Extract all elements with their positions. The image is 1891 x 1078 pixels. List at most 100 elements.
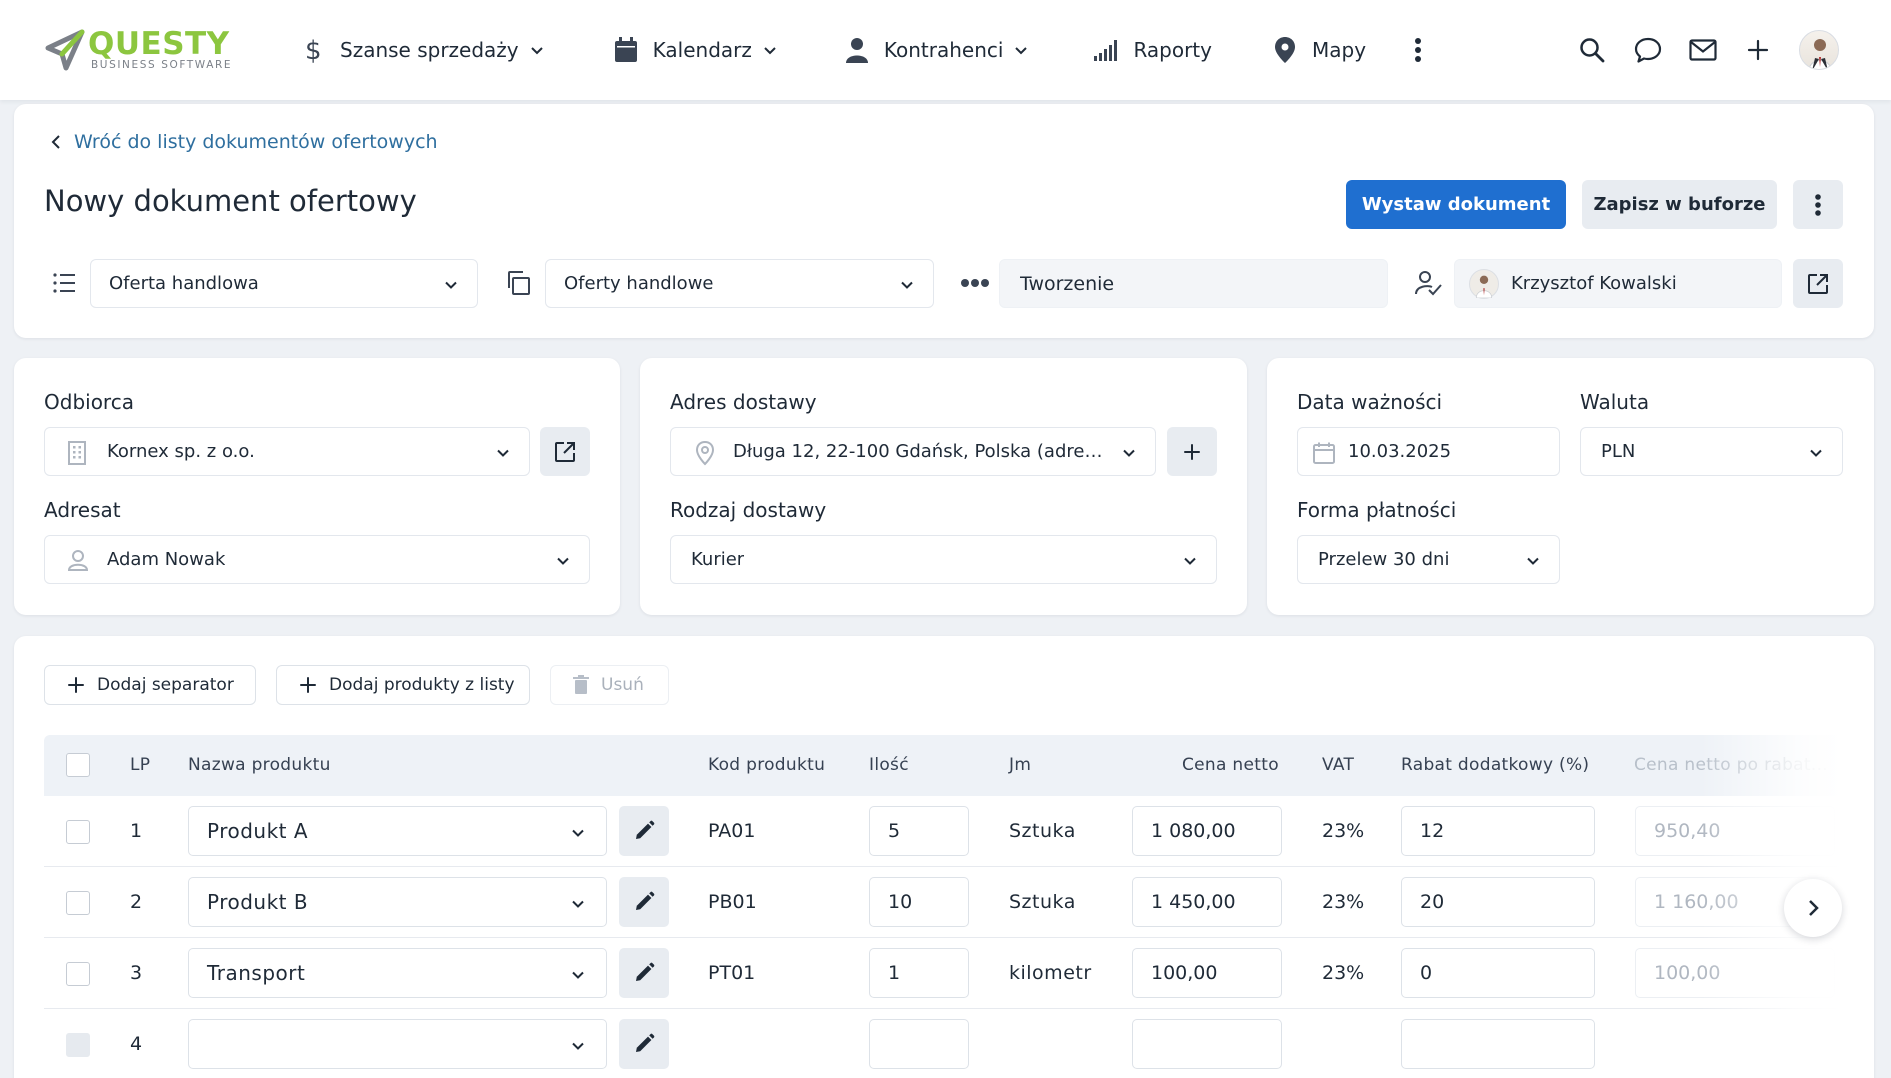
column-header-name[interactable]: Nazwa produktu [188,755,331,775]
quantity-input[interactable]: 1 [869,948,969,998]
plus-icon [68,677,84,693]
quantity-input[interactable]: 10 [869,877,969,927]
discount-input[interactable]: 20 [1401,877,1595,927]
product-name-select[interactable]: Produkt A [188,806,607,856]
chevron-down-icon [572,900,584,908]
delivery-type-select[interactable]: Kurier [670,535,1217,584]
nav-item-label: Kalendarz [652,38,752,62]
delivery-address-select[interactable]: Długa 12, 22-100 Gdańsk, Polska (adres g… [670,427,1156,476]
net-after-discount-value: 100,00 [1635,948,1835,998]
discount-input[interactable]: 0 [1401,948,1595,998]
issue-document-button[interactable]: Wystaw dokument [1346,180,1566,229]
row-checkbox[interactable] [66,962,90,986]
column-header-unit[interactable]: Jm [1009,755,1031,775]
nav-item-contractors[interactable]: Kontrahenci [844,0,1030,100]
add-address-button[interactable] [1167,427,1217,476]
document-status-field: Tworzenie [999,259,1388,308]
row-checkbox[interactable] [66,820,90,844]
column-header-net-price[interactable]: Cena netto [1182,755,1279,775]
open-owner-button[interactable] [1793,259,1843,308]
addressee-select[interactable]: Adam Nowak [44,535,590,584]
nav-item-calendar[interactable]: Kalendarz [613,0,778,100]
user-check-icon [1414,269,1442,297]
column-header-discount[interactable]: Rabat dodatkowy (%) [1401,755,1589,775]
nav-item-sales-opportunities[interactable]: $ Szanse sprzedaży [300,0,545,100]
quantity-input[interactable]: 5 [869,806,969,856]
edit-product-button[interactable] [619,877,669,927]
currency-label: Waluta [1580,390,1650,414]
external-link-icon [1808,273,1828,294]
column-header-net-after-discount[interactable]: Cena netto po rabat... [1634,755,1828,775]
column-header-code[interactable]: Kod produktu [708,755,825,775]
row-lp: 3 [130,962,143,984]
row-checkbox[interactable] [66,891,90,915]
chevron-down-icon [1184,557,1196,565]
edit-product-button[interactable] [619,1019,669,1069]
user-avatar[interactable] [1799,30,1839,70]
chevron-down-icon [530,47,543,55]
add-products-from-list-button[interactable]: Dodaj produkty z listy [276,665,530,705]
unit-value: Sztuka [1009,820,1076,842]
nav-item-reports[interactable]: Raporty [1093,0,1212,100]
column-header-vat[interactable]: VAT [1322,755,1354,775]
select-all-checkbox[interactable] [66,753,90,777]
column-header-qty[interactable]: Ilość [869,755,909,775]
status-dots-icon [960,269,990,297]
chat-icon[interactable] [1634,36,1662,64]
open-recipient-button[interactable] [540,427,590,476]
back-to-list-link[interactable]: Wróć do listy dokumentów ofertowych [50,131,438,153]
delivery-address-label: Adres dostawy [670,390,817,414]
plus-icon [1184,443,1200,460]
pencil-icon [636,891,655,910]
net-price-input[interactable]: 100,00 [1132,948,1282,998]
logo-tagline: BUSINESS SOFTWARE [91,58,233,71]
copy-icon [504,269,532,297]
delete-button[interactable]: Usuń [550,665,669,705]
row-checkbox [66,1033,90,1057]
svg-text:$: $ [305,37,322,63]
product-name-select[interactable]: Transport [188,948,607,998]
net-price-input[interactable]: 1 080,00 [1132,806,1282,856]
chevron-down-icon [445,281,457,289]
edit-product-button[interactable] [619,806,669,856]
payment-method-select[interactable]: Przelew 30 dni [1297,535,1560,584]
top-actions [1578,0,1891,100]
product-name-select[interactable]: Produkt B [188,877,607,927]
save-draft-button[interactable]: Zapisz w buforze [1582,180,1777,229]
validity-date-label: Data ważności [1297,390,1443,414]
pencil-icon [636,1033,655,1052]
add-separator-button[interactable]: Dodaj separator [44,665,256,705]
unit-value: kilometr [1009,962,1092,984]
mail-icon[interactable] [1689,36,1717,64]
map-pin-outline-icon [695,440,715,466]
search-icon[interactable] [1578,36,1606,64]
currency-select[interactable]: PLN [1580,427,1843,476]
pencil-icon [636,820,655,839]
vat-value: 23% [1322,820,1365,842]
plus-icon[interactable] [1744,36,1772,64]
questy-logo[interactable]: QUESTY BUSINESS SOFTWARE [42,28,257,72]
validity-date-input[interactable]: 10.03.2025 [1297,427,1560,476]
nav-item-label: Mapy [1311,38,1367,62]
top-navigation-bar: QUESTY BUSINESS SOFTWARE $ Szanse sprzed… [0,0,1891,100]
net-price-input[interactable] [1132,1019,1282,1069]
calendar-outline-icon [1313,442,1335,464]
edit-product-button[interactable] [619,948,669,998]
scroll-table-right-button[interactable] [1784,879,1842,937]
nav-item-maps[interactable]: Mapy [1272,0,1366,100]
net-price-input[interactable]: 1 450,00 [1132,877,1282,927]
discount-input[interactable] [1401,1019,1595,1069]
table-row: 2 Produkt B PB01 10 Sztuka 1 450,00 23% … [44,867,1842,938]
product-name-select[interactable] [188,1019,607,1069]
row-lp: 4 [130,1033,143,1055]
map-pin-icon [1272,37,1298,63]
plus-icon [300,677,316,693]
document-series-select[interactable]: Oferty handlowe [545,259,934,308]
more-menu-icon[interactable] [1406,35,1430,65]
quantity-input[interactable] [869,1019,969,1069]
document-type-select[interactable]: Oferta handlowa [90,259,478,308]
discount-input[interactable]: 12 [1401,806,1595,856]
unit-value: Sztuka [1009,891,1076,913]
document-more-button[interactable] [1793,180,1843,229]
recipient-select[interactable]: Kornex sp. z o.o. [44,427,530,476]
